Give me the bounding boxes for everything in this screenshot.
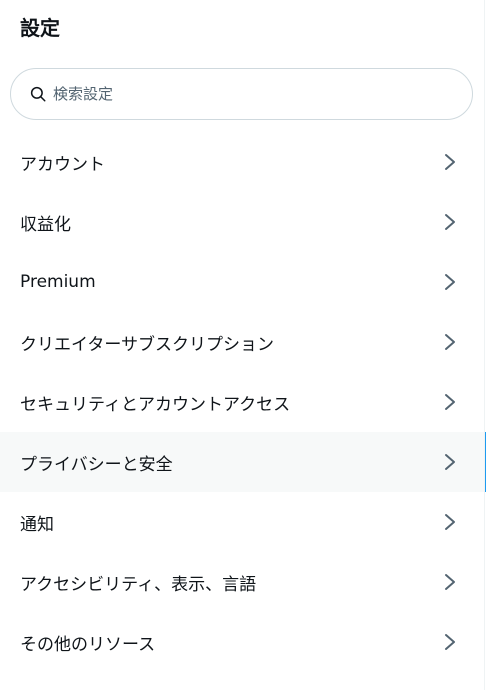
chevron-right-icon [440,512,460,532]
settings-menu: アカウント 収益化 Premium クリエイターサブスクリプション セキュリティ… [0,132,486,672]
chevron-right-icon [440,152,460,172]
chevron-right-icon [440,212,460,232]
menu-item-label: プライバシーと安全 [20,454,173,475]
chevron-right-icon [440,332,460,352]
menu-item-label: クリエイターサブスクリプション [20,334,274,355]
menu-item-label: 収益化 [20,214,71,235]
chevron-right-icon [440,452,460,472]
menu-item-label: 通知 [20,514,54,535]
menu-item-label: アクセシビリティ、表示、言語 [20,574,257,595]
menu-item-account[interactable]: アカウント [0,132,484,192]
menu-item-label: その他のリソース [20,634,156,655]
menu-item-creator-subscriptions[interactable]: クリエイターサブスクリプション [0,312,484,372]
menu-item-privacy-safety[interactable]: プライバシーと安全 [0,432,486,492]
chevron-right-icon [440,392,460,412]
menu-item-additional-resources[interactable]: その他のリソース [0,612,484,672]
menu-item-label: セキュリティとアカウントアクセス [20,394,291,415]
menu-item-security[interactable]: セキュリティとアカウントアクセス [0,372,484,432]
menu-item-monetization[interactable]: 収益化 [0,192,484,252]
search-icon [28,84,48,104]
menu-item-premium[interactable]: Premium [0,252,484,312]
menu-item-accessibility[interactable]: アクセシビリティ、表示、言語 [0,552,484,612]
chevron-right-icon [440,572,460,592]
menu-item-notifications[interactable]: 通知 [0,492,484,552]
menu-item-label: Premium [20,272,96,292]
search-box[interactable] [10,68,473,120]
settings-header: 設定 [20,10,60,42]
chevron-right-icon [440,272,460,292]
settings-panel: 設定 アカウント 収益化 Premium [0,0,486,690]
menu-item-label: アカウント [20,154,105,175]
chevron-right-icon [440,632,460,652]
panel-divider [484,0,485,690]
search-input[interactable] [53,85,453,103]
page-title: 設定 [20,15,60,40]
